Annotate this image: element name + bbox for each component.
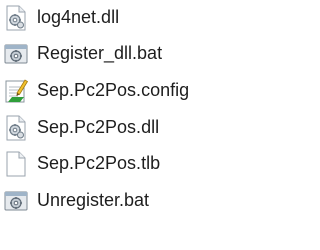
file-name: Sep.Pc2Pos.tlb <box>37 153 161 173</box>
file-name: Sep.Pc2Pos.dll <box>37 117 160 137</box>
batch-file-icon <box>4 41 28 67</box>
file-item-log4net-dll[interactable]: log4net.dll <box>0 0 246 36</box>
dll-file-icon <box>4 5 28 31</box>
config-file-icon <box>4 78 28 104</box>
dll-file-icon <box>4 115 28 141</box>
file-item-sep-pc2pos-tlb[interactable]: Sep.Pc2Pos.tlb <box>0 146 246 182</box>
file-item-unregister-bat[interactable]: Unregister.bat <box>0 183 246 219</box>
file-name: Register_dll.bat <box>37 43 163 63</box>
file-name: Unregister.bat <box>37 190 150 210</box>
file-name: log4net.dll <box>37 7 120 27</box>
file-item-sep-pc2pos-dll[interactable]: Sep.Pc2Pos.dll <box>0 110 246 146</box>
file-item-register-dll-bat[interactable]: Register_dll.bat <box>0 36 246 72</box>
file-list: log4net.dll Register_dll.bat Sep.Pc2Pos.… <box>0 0 246 250</box>
file-name: Sep.Pc2Pos.config <box>37 80 190 100</box>
batch-file-icon <box>4 188 28 214</box>
file-item-sep-pc2pos-config[interactable]: Sep.Pc2Pos.config <box>0 73 246 109</box>
blank-file-icon <box>4 151 28 177</box>
